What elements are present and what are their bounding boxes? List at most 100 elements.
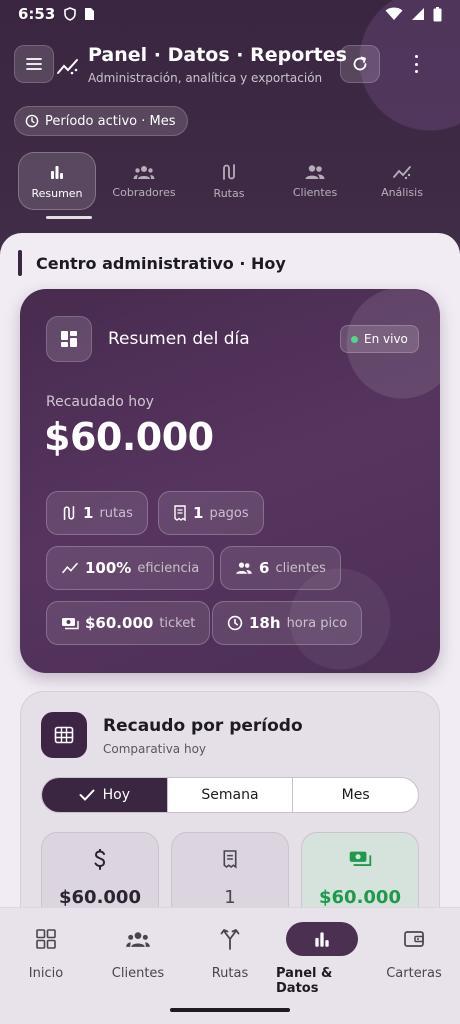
nav-clientes[interactable]: Clientes (92, 924, 184, 981)
people-icon (305, 164, 325, 179)
bottom-navigation: Inicio Clientes Rutas Panel & Datos Cart… (0, 907, 460, 1024)
stat-label: ticket (159, 615, 196, 631)
fork-icon (220, 929, 240, 950)
groups-icon (126, 932, 150, 947)
tab-label: Cobradores (112, 185, 176, 199)
segment-label: Hoy (102, 787, 131, 803)
refresh-icon (353, 56, 367, 71)
period-chip[interactable]: Período activo · Mes (14, 106, 189, 136)
metric-value: $60.000 (59, 887, 141, 908)
nav-label: Inicio (28, 966, 64, 981)
clock-icon (25, 114, 39, 128)
route-icon (223, 163, 235, 180)
stat-label: hora pico (286, 615, 348, 631)
nav-label: Carteras (386, 966, 442, 981)
clock-icon (227, 615, 243, 631)
status-time: 6:53 (18, 5, 56, 23)
page-subtitle: Administración, analítica y exportación (88, 71, 323, 85)
stat-value: 1 (83, 504, 94, 522)
tab-analisis[interactable]: Análisis (357, 152, 447, 210)
cash-icon (349, 851, 372, 866)
tab-label: Análisis (381, 185, 423, 199)
wallet-icon (404, 931, 424, 947)
tab-rutas[interactable]: Rutas (184, 152, 274, 210)
route-icon (63, 505, 75, 521)
period-chip-label: Período activo · Mes (45, 113, 176, 129)
segment-label: Mes (341, 787, 370, 803)
nav-label: Rutas (211, 966, 249, 981)
bar-chart-icon (51, 165, 63, 179)
tab-bar: Resumen Cobradores Rutas Clientes Anális… (12, 150, 448, 220)
app-bar: Panel · Datos · Reportes Administración,… (14, 44, 446, 86)
segment-semana[interactable]: Semana (166, 778, 293, 812)
stat-clientes: 6 clientes (220, 546, 341, 590)
stat-label: eficiencia (137, 560, 200, 576)
shield-icon (64, 7, 77, 21)
groups-icon (133, 165, 155, 179)
segment-mes[interactable]: Mes (292, 778, 418, 812)
nav-rutas[interactable]: Rutas (184, 924, 276, 981)
people-icon (236, 562, 252, 574)
page-title: Panel · Datos · Reportes (88, 44, 347, 66)
segment-hoy[interactable]: Hoy (42, 778, 167, 812)
cash-icon (62, 618, 79, 630)
active-tab-indicator (46, 216, 92, 219)
period-collection-card: Recaudo por período Comparativa hoy Hoy … (20, 691, 440, 931)
dashboard-icon-box (46, 316, 92, 362)
table-icon (54, 726, 74, 744)
nav-label: Panel & Datos (276, 966, 333, 996)
dollar-icon (94, 848, 106, 870)
dashboard-icon (61, 331, 77, 347)
nav-panel-datos[interactable]: Panel & Datos (276, 922, 368, 996)
tab-clientes[interactable]: Clientes (270, 152, 360, 210)
stat-label: rutas (99, 505, 133, 521)
nav-carteras[interactable]: Carteras (368, 924, 460, 981)
stat-hora-pico: 18h hora pico (212, 601, 363, 645)
menu-icon (26, 58, 42, 70)
analytics-icon (57, 59, 78, 75)
receipt-icon (174, 505, 186, 521)
tab-cobradores[interactable]: Cobradores (99, 152, 189, 210)
stat-label: clientes (275, 560, 326, 576)
section-header: Centro administrativo · Hoy (18, 250, 286, 276)
metric-value: $60.000 (319, 887, 401, 908)
nav-inicio[interactable]: Inicio (0, 924, 92, 981)
stat-value: 1 (193, 504, 204, 522)
tab-resumen[interactable]: Resumen (18, 152, 96, 210)
sim-card-icon (85, 8, 95, 20)
bar-chart-icon (315, 932, 329, 947)
section-title: Centro administrativo · Hoy (36, 253, 286, 273)
refresh-button[interactable] (340, 45, 380, 83)
stat-ticket: $60.000 ticket (46, 601, 211, 645)
daily-summary-card: Resumen del día En vivo Recaudado hoy $6… (20, 289, 440, 673)
live-dot (351, 335, 358, 343)
stat-value: 6 (259, 559, 270, 577)
summary-title: Resumen del día (108, 329, 250, 349)
check-icon (79, 789, 95, 801)
segment-label: Semana (201, 787, 259, 803)
trending-icon (62, 562, 78, 574)
trending-icon (393, 165, 411, 179)
stat-value: 100% (85, 559, 132, 577)
battery-icon (433, 6, 442, 21)
live-badge-label: En vivo (364, 332, 408, 346)
signal-icon (412, 8, 424, 20)
table-icon-box (41, 712, 87, 758)
receipt-icon (223, 850, 237, 869)
amount-value: $60.000 (44, 415, 214, 459)
gesture-handle (170, 1008, 290, 1012)
tab-label: Clientes (292, 185, 338, 199)
tab-label: Rutas (213, 186, 245, 200)
wifi-icon (385, 7, 403, 20)
metric-value: 1 (224, 887, 236, 908)
live-badge: En vivo (340, 325, 419, 353)
nav-label: Clientes (111, 966, 165, 981)
stat-label: pagos (209, 505, 249, 521)
menu-button[interactable] (14, 45, 54, 83)
tab-label: Resumen (31, 186, 83, 200)
stat-value: 18h (249, 614, 281, 632)
status-bar: 6:53 (0, 0, 460, 28)
more-options-button[interactable] (408, 52, 424, 76)
grid-icon (36, 929, 56, 949)
period-subtitle: Comparativa hoy (103, 742, 207, 756)
